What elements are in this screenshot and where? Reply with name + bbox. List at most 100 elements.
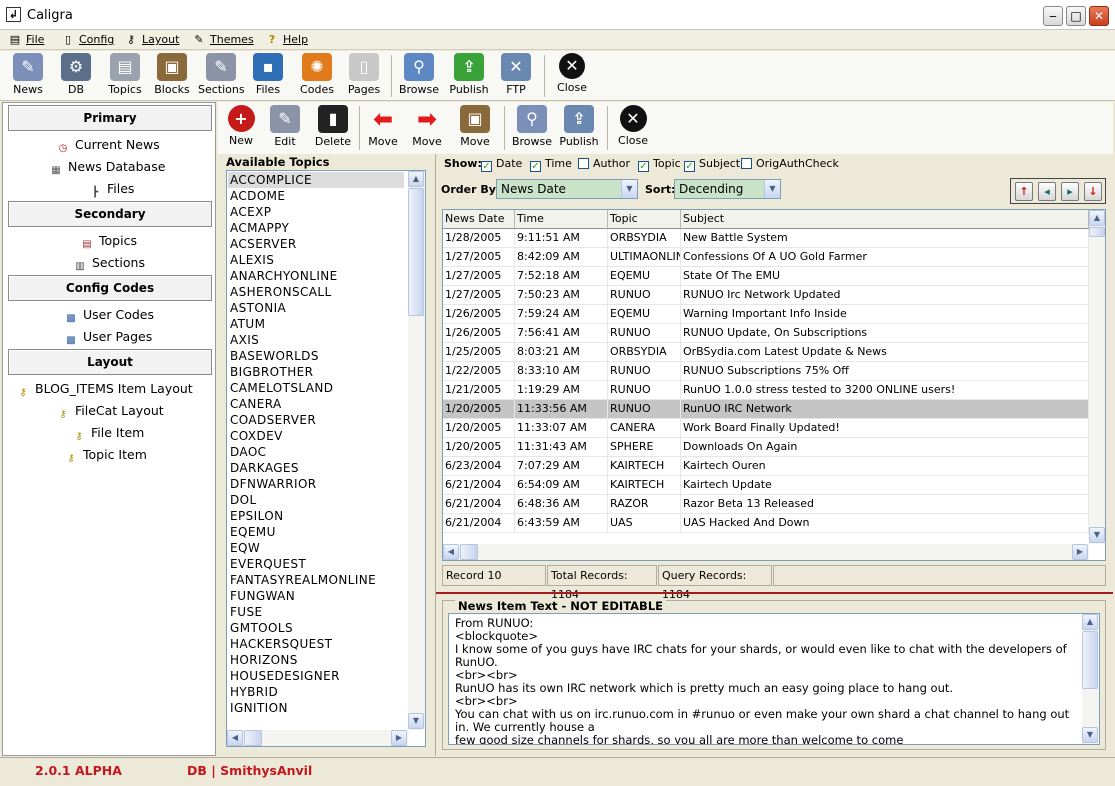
topics-scrollbar[interactable]: ▲ ▼ (408, 171, 425, 730)
list-item[interactable]: DFNWARRIOR (230, 476, 406, 492)
list-item[interactable]: CANERA (230, 396, 406, 412)
news-button[interactable]: ✎ News (8, 53, 48, 99)
topics-hscrollbar[interactable]: ◀ ▶ (227, 730, 408, 746)
show-author-checkbox[interactable]: Author (578, 158, 630, 170)
sidebar-item-current-news[interactable]: ◷ Current News (55, 136, 160, 154)
table-row[interactable]: 6/23/2004 7:07:29 AM KAIRTECH Kairtech Oure… (443, 457, 1089, 476)
window-close-button[interactable]: ✕ (1089, 6, 1109, 26)
section-header-config-codes[interactable]: Config Codes (8, 275, 212, 301)
prev-record-icon[interactable]: ◂ (1038, 182, 1056, 201)
table-row[interactable]: 6/21/2004 6:43:59 AM UAS UAS Hacked And Dow… (443, 514, 1089, 533)
list-item[interactable]: AXIS (230, 332, 406, 348)
scroll-down-icon[interactable]: ▼ (1089, 527, 1105, 543)
next-record-icon[interactable]: ▸ (1061, 182, 1079, 201)
list-item[interactable]: ACMAPPY (230, 220, 406, 236)
checkbox-box[interactable]: ✓ (684, 161, 695, 172)
checkbox-box[interactable]: ✓ (530, 161, 541, 172)
chevron-down-icon[interactable]: ▼ (621, 180, 637, 198)
table-row[interactable]: 6/21/2004 6:48:36 AM RAZOR Razor Beta 13 Re… (443, 495, 1089, 514)
pages-button[interactable]: ▯ Pages (345, 53, 383, 99)
sidebar-item-topic-item[interactable]: ⚷ Topic Item (63, 446, 147, 464)
delete-delete-button[interactable]: ▮ Delete (314, 105, 352, 151)
edit-edit-button[interactable]: ✎ Edit (268, 105, 302, 151)
scroll-thumb[interactable] (244, 730, 262, 746)
list-item[interactable]: ALEXIS (230, 252, 406, 268)
sidebar-item-user-pages[interactable]: ▩ User Pages (63, 328, 152, 346)
news-text-area[interactable]: From RUNUO: <blockquote> I know some of yo… (448, 613, 1100, 745)
list-item[interactable]: GMTOOLS (230, 620, 406, 636)
list-item[interactable]: BIGBROTHER (230, 364, 406, 380)
menu-help[interactable]: ? Help (263, 32, 308, 48)
list-item[interactable]: EQEMU (230, 524, 406, 540)
list-item[interactable]: FANTASYREALMONLINE (230, 572, 406, 588)
grid-hscrollbar[interactable]: ◀ ▶ (443, 544, 1089, 560)
db-button[interactable]: ⚙ DB (58, 53, 94, 99)
scroll-thumb[interactable] (460, 544, 478, 560)
move-down-icon[interactable]: ↓ (1084, 182, 1102, 201)
list-item[interactable]: DARKAGES (230, 460, 406, 476)
checkbox-box[interactable] (578, 158, 589, 169)
table-row[interactable]: 1/27/2005 7:52:18 AM EQEMU State Of The EMU (443, 267, 1089, 286)
column-header-news-date[interactable]: News Date (443, 210, 515, 229)
column-header-subject[interactable]: Subject (681, 210, 1089, 229)
scroll-up-icon[interactable]: ▲ (1089, 210, 1105, 226)
column-header-topic[interactable]: Topic (608, 210, 681, 229)
news-scrollbar[interactable]: ▲ ▼ (1082, 614, 1099, 744)
checkbox-box[interactable]: ✓ (638, 161, 649, 172)
table-row[interactable]: 1/25/2005 8:03:21 AM ORBSYDIA OrBSydia.com … (443, 343, 1089, 362)
publish-publish-button[interactable]: ⇪ Publish (558, 105, 600, 151)
menu-file[interactable]: ▤ File (6, 32, 45, 48)
list-item[interactable]: HYBRID (230, 684, 406, 700)
list-item[interactable]: ASHERONSCALL (230, 284, 406, 300)
table-row[interactable]: 1/27/20058:42:09 AMULTIMAONLINEConfessio… (443, 248, 1089, 267)
move-move-right-button[interactable]: ➡ Move (410, 105, 444, 151)
list-item[interactable]: ACSERVER (230, 236, 406, 252)
publish-button[interactable]: ⇪ Publish (448, 53, 490, 99)
move-up-icon[interactable]: ↑ (1015, 182, 1033, 201)
table-row[interactable]: 1/27/2005 7:50:23 AM RUNUO RUNUO Irc Networ… (443, 286, 1089, 305)
list-item[interactable]: ANARCHYONLINE (230, 268, 406, 284)
scroll-thumb[interactable] (1089, 227, 1105, 237)
table-row[interactable]: 1/28/2005 9:11:51 AM ORBSYDIA New Battle Sy… (443, 229, 1089, 248)
table-row[interactable]: 1/20/2005 11:33:07 AM CANERA Work Board Fin… (443, 419, 1089, 438)
sidebar-item-sections[interactable]: ▥ Sections (72, 254, 145, 272)
list-item[interactable]: EQW (230, 540, 406, 556)
ftp-button[interactable]: ✕ FTP (500, 53, 532, 99)
sidebar-item-file-item[interactable]: ⚷ File Item (71, 424, 144, 442)
list-item[interactable]: COADSERVER (230, 412, 406, 428)
scroll-thumb[interactable] (1082, 631, 1098, 689)
minimize-button[interactable]: ‒ (1043, 6, 1063, 26)
show-origauthcheck-checkbox[interactable]: OrigAuthCheck (741, 158, 839, 170)
maximize-button[interactable]: □ (1066, 6, 1086, 26)
list-item[interactable]: COXDEV (230, 428, 406, 444)
column-header-time[interactable]: Time (515, 210, 608, 229)
table-row[interactable]: 1/20/2005 11:31:43 AM SPHERE Downloads On A… (443, 438, 1089, 457)
close-close-button[interactable]: ✕ Close (616, 105, 650, 151)
section-header-layout[interactable]: Layout (8, 349, 212, 375)
list-item[interactable]: EVERQUEST (230, 556, 406, 572)
list-item[interactable]: FUSE (230, 604, 406, 620)
scroll-down-icon[interactable]: ▼ (408, 713, 424, 729)
list-item[interactable]: ACEXP (230, 204, 406, 220)
list-item[interactable]: ACDOME (230, 188, 406, 204)
list-item[interactable]: FUNGWAN (230, 588, 406, 604)
table-row[interactable]: 1/20/2005 11:33:56 AM RUNUO RunUO IRC Netwo… (443, 400, 1089, 419)
menu-config[interactable]: ▯ Config (59, 32, 114, 48)
list-item[interactable]: EPSILON (230, 508, 406, 524)
section-header-secondary[interactable]: Secondary (8, 201, 212, 227)
list-item[interactable]: ACCOMPLICE (228, 172, 404, 188)
show-date-checkbox[interactable]: ✓ Date (481, 158, 522, 172)
sections-button[interactable]: ✎ Sections (198, 53, 245, 99)
order-by-select[interactable]: News Date ▼ (496, 179, 638, 199)
scroll-up-icon[interactable]: ▲ (408, 171, 424, 187)
new-new-button[interactable]: + New (224, 105, 258, 151)
sidebar-item-user-codes[interactable]: ▩ User Codes (63, 306, 154, 324)
sidebar-item-filecat-layout[interactable]: ⚷ FileCat Layout (55, 402, 163, 420)
list-item[interactable]: HACKERSQUEST (230, 636, 406, 652)
list-item[interactable]: BASEWORLDS (230, 348, 406, 364)
list-item[interactable]: CAMELOTSLAND (230, 380, 406, 396)
menu-layout[interactable]: ⚷ Layout (122, 32, 179, 48)
list-item[interactable]: DAOC (230, 444, 406, 460)
move-move-left-button[interactable]: ⬅ Move (366, 105, 400, 151)
checkbox-box[interactable]: ✓ (481, 161, 492, 172)
